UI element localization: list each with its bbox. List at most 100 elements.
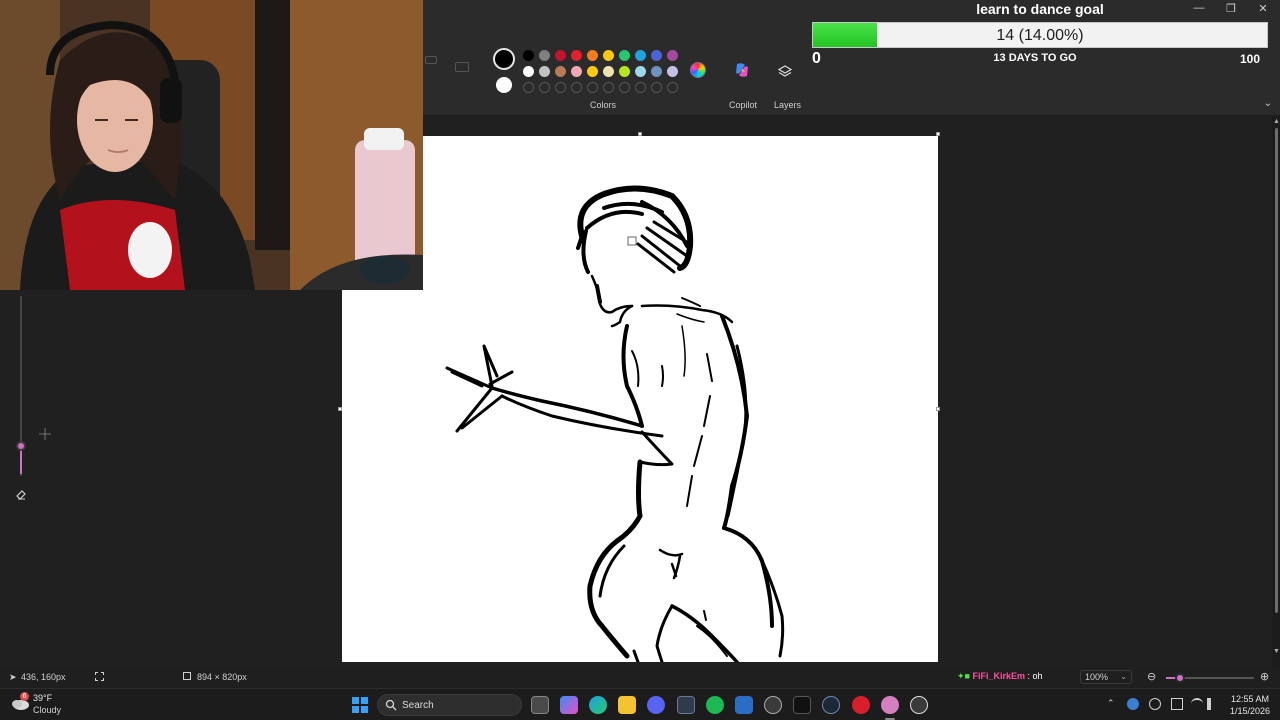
media-player-icon[interactable] — [910, 696, 928, 714]
copilot-label[interactable]: Copilot — [729, 100, 757, 110]
settings-icon[interactable] — [764, 696, 782, 714]
webcam-overlay — [0, 0, 423, 290]
close-icon[interactable]: ✕ — [1256, 2, 1270, 15]
paint-app-icon[interactable] — [881, 696, 899, 714]
pen-icon[interactable] — [1171, 698, 1183, 710]
canvas-size-icon — [183, 672, 191, 680]
color-swatch[interactable] — [651, 66, 662, 77]
resize-handle-top-right[interactable] — [936, 132, 940, 136]
clock-date[interactable]: 1/15/2026 — [1222, 706, 1278, 716]
color-swatch[interactable] — [571, 50, 582, 61]
weather-temperature[interactable]: 39°F — [33, 693, 52, 703]
shape-icon[interactable] — [425, 56, 437, 64]
minimize-icon[interactable]: — — [1192, 2, 1206, 15]
crosshair-cursor-icon — [39, 428, 51, 440]
figure-drawing — [445, 185, 785, 664]
color-swatch[interactable] — [635, 50, 646, 61]
steam-icon[interactable] — [822, 696, 840, 714]
custom-color-slot[interactable] — [587, 82, 598, 93]
color-swatch[interactable] — [587, 50, 598, 61]
spotify-icon[interactable] — [706, 696, 724, 714]
microphone-icon[interactable] — [1149, 698, 1161, 710]
weather-condition[interactable]: Cloudy — [33, 705, 61, 715]
color-swatch[interactable] — [603, 50, 614, 61]
color-swatch[interactable] — [571, 66, 582, 77]
zoom-level-select[interactable]: 100% ⌄ — [1080, 670, 1132, 684]
tray-overflow-icon[interactable]: ⌃ — [1107, 698, 1115, 709]
discord-icon[interactable] — [647, 696, 665, 714]
color-swatch[interactable] — [667, 66, 678, 77]
search-placeholder: Search — [402, 700, 434, 711]
clock-time[interactable]: 12:55 AM — [1222, 694, 1278, 704]
copilot-app-icon[interactable] — [560, 696, 578, 714]
color-swatch[interactable] — [635, 66, 646, 77]
windows-start-icon[interactable] — [352, 697, 368, 713]
primary-color-swatch[interactable] — [493, 48, 515, 70]
resize-handle-top[interactable] — [638, 132, 642, 136]
chevron-down-icon: ⌄ — [1120, 672, 1127, 681]
canvas-size: 894 × 820px — [197, 672, 247, 682]
chat-badge-icon: ✦■ — [957, 671, 970, 681]
color-swatch[interactable] — [555, 50, 566, 61]
mail-icon[interactable] — [735, 696, 753, 714]
copilot-icon[interactable] — [733, 61, 751, 79]
resize-handle-right[interactable] — [936, 407, 940, 411]
maximize-icon[interactable]: ❐ — [1224, 2, 1238, 15]
scroll-up-icon[interactable]: ▲ — [1273, 118, 1280, 125]
color-swatch[interactable] — [619, 66, 630, 77]
edge-icon[interactable] — [589, 696, 607, 714]
zoom-level: 100% — [1085, 672, 1109, 682]
status-bar: ➤ 436, 160px 894 × 820px ✦■ FiFi_KirkEm … — [0, 668, 1280, 688]
tray-app-icon[interactable] — [1127, 698, 1139, 710]
store-icon[interactable] — [677, 696, 695, 714]
color-swatch[interactable] — [667, 50, 678, 61]
edit-colors-icon[interactable] — [690, 62, 706, 78]
collapse-ribbon-icon[interactable]: ⌄ — [1264, 98, 1272, 109]
color-swatch[interactable] — [603, 66, 614, 77]
custom-color-slot[interactable] — [667, 82, 678, 93]
color-swatch[interactable] — [523, 50, 534, 61]
custom-color-slot[interactable] — [555, 82, 566, 93]
zoom-in-icon[interactable]: ⊕ — [1260, 670, 1269, 683]
layers-label[interactable]: Layers — [774, 100, 801, 110]
taskbar-search[interactable]: Search — [377, 694, 522, 716]
tiktok-icon[interactable] — [793, 696, 811, 714]
secondary-color-swatch[interactable] — [496, 77, 512, 93]
custom-color-slot[interactable] — [539, 82, 550, 93]
custom-color-slot[interactable] — [651, 82, 662, 93]
color-swatch[interactable] — [651, 50, 662, 61]
scrollbar-thumb[interactable] — [1275, 128, 1278, 613]
custom-color-slot[interactable] — [571, 82, 582, 93]
file-explorer-icon[interactable] — [618, 696, 636, 714]
shape-icon[interactable] — [455, 62, 469, 72]
color-swatch[interactable] — [555, 66, 566, 77]
drawing-canvas[interactable] — [342, 136, 938, 664]
window-controls: — ❐ ✕ — [1192, 2, 1270, 15]
volume-icon[interactable] — [1207, 698, 1219, 710]
resize-handle-left[interactable] — [338, 407, 342, 411]
goal-max: 100 — [1240, 52, 1261, 66]
chat-message: : oh — [1027, 671, 1043, 681]
color-swatch[interactable] — [539, 50, 550, 61]
goal-progress-text: 14 (14.00%) — [996, 27, 1084, 44]
search-icon — [385, 699, 397, 711]
opera-icon[interactable] — [852, 696, 870, 714]
custom-color-slot[interactable] — [635, 82, 646, 93]
eraser-icon[interactable] — [15, 488, 27, 500]
custom-color-slot[interactable] — [603, 82, 614, 93]
color-swatch[interactable] — [619, 50, 630, 61]
zoom-slider-thumb[interactable] — [1175, 673, 1185, 683]
goal-progress-bar: 14 (14.00%) — [812, 22, 1268, 48]
custom-color-slot[interactable] — [619, 82, 630, 93]
color-swatch[interactable] — [539, 66, 550, 77]
brush-size-thumb[interactable] — [16, 441, 26, 451]
layers-icon[interactable] — [777, 64, 793, 80]
color-swatch[interactable] — [523, 66, 534, 77]
scroll-down-icon[interactable]: ▼ — [1273, 648, 1280, 655]
zoom-out-icon[interactable]: ⊖ — [1147, 670, 1156, 683]
colors-label: Colors — [590, 100, 617, 110]
wifi-icon[interactable] — [1191, 698, 1203, 710]
custom-color-slot[interactable] — [523, 82, 534, 93]
color-swatch[interactable] — [587, 66, 598, 77]
task-view-icon[interactable] — [531, 696, 549, 714]
